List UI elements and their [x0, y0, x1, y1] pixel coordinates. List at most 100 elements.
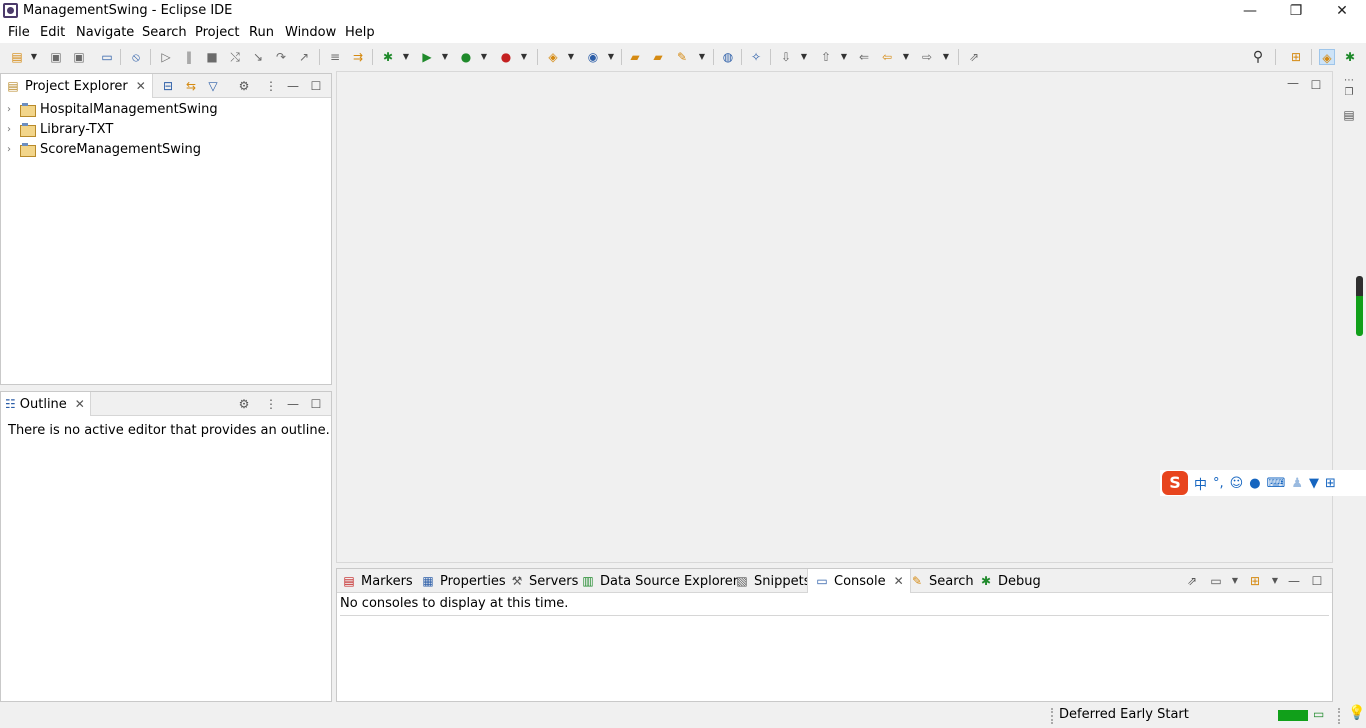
close-icon[interactable]: ✕: [894, 574, 904, 588]
expand-icon[interactable]: ›: [7, 144, 19, 155]
debug-icon[interactable]: ✱: [380, 49, 396, 65]
menu-window[interactable]: Window: [285, 25, 336, 40]
close-icon[interactable]: ✕: [75, 397, 85, 411]
disconnect-icon[interactable]: ⤭: [227, 49, 243, 65]
tab-properties[interactable]: ▦ Properties: [420, 569, 505, 593]
pin-console-icon[interactable]: ⇗: [1184, 573, 1200, 589]
close-icon[interactable]: ✕: [136, 79, 146, 93]
tree-item-project[interactable]: › Library-TXT: [7, 119, 113, 139]
debug-perspective-icon[interactable]: ✱: [1342, 49, 1358, 65]
skip-breakpoints-icon[interactable]: ⦸: [128, 49, 144, 65]
drop-to-frame-icon[interactable]: ≡: [327, 49, 343, 65]
debug-dropdown-icon[interactable]: ▼: [402, 49, 410, 65]
open-type-icon[interactable]: ▰: [627, 49, 643, 65]
ime-emoji-icon[interactable]: ☺: [1230, 476, 1244, 491]
tab-console[interactable]: ▭ Console ✕: [807, 569, 911, 593]
tree-item-project[interactable]: › ScoreManagementSwing: [7, 139, 201, 159]
expand-icon[interactable]: ›: [7, 124, 19, 135]
back-icon[interactable]: ⇦: [879, 49, 895, 65]
menu-run[interactable]: Run: [249, 25, 274, 40]
expand-icon[interactable]: ›: [7, 104, 19, 115]
previous-annotation-icon[interactable]: ⇧: [818, 49, 834, 65]
open-perspective-icon[interactable]: ⊞: [1288, 49, 1304, 65]
suspend-icon[interactable]: ‖: [181, 49, 197, 65]
terminal-icon[interactable]: ▭: [99, 49, 115, 65]
browser-icon[interactable]: ◍: [720, 49, 736, 65]
maximize-icon[interactable]: ☐: [308, 396, 324, 412]
tab-outline[interactable]: ☷ Outline ✕: [1, 392, 91, 416]
task-list-icon[interactable]: ▤: [1341, 107, 1357, 123]
search-tool-icon[interactable]: ✎: [674, 49, 690, 65]
save-icon[interactable]: ▣: [48, 49, 64, 65]
run-dropdown-icon[interactable]: ▼: [441, 49, 449, 65]
java-ee-perspective-icon[interactable]: ◈: [1319, 49, 1335, 65]
new-dropdown-icon[interactable]: ▼: [30, 49, 38, 65]
menu-edit[interactable]: Edit: [40, 25, 65, 40]
collapse-all-icon[interactable]: ⊟: [160, 78, 176, 94]
maximize-icon[interactable]: ☐: [1309, 573, 1325, 589]
step-into-icon[interactable]: ↘: [250, 49, 266, 65]
coverage-dropdown-icon[interactable]: ▼: [480, 49, 488, 65]
close-button[interactable]: ✕: [1319, 0, 1365, 22]
tab-debug[interactable]: ✱ Debug: [978, 569, 1041, 593]
menu-navigate[interactable]: Navigate: [76, 25, 134, 40]
external-tools-icon[interactable]: ●: [498, 49, 514, 65]
ime-toolbox-icon[interactable]: ⊞: [1325, 476, 1336, 491]
next-annotation-icon[interactable]: ⇩: [778, 49, 794, 65]
editor-minimize-icon[interactable]: —: [1285, 75, 1301, 91]
search-tool-dropdown-icon[interactable]: ▼: [698, 49, 706, 65]
next-annotation-dropdown-icon[interactable]: ▼: [800, 49, 808, 65]
new-class-icon[interactable]: ◉: [585, 49, 601, 65]
previous-annotation-dropdown-icon[interactable]: ▼: [840, 49, 848, 65]
forward-icon[interactable]: ⇨: [919, 49, 935, 65]
step-return-icon[interactable]: ↗: [296, 49, 312, 65]
menu-help[interactable]: Help: [345, 25, 375, 40]
filter-icon[interactable]: ▽: [205, 78, 221, 94]
open-console-icon[interactable]: ⊞: [1247, 573, 1263, 589]
ime-voice-icon[interactable]: ●: [1249, 476, 1260, 491]
new-class-dropdown-icon[interactable]: ▼: [607, 49, 615, 65]
minimize-icon[interactable]: —: [285, 396, 301, 412]
minimize-button[interactable]: —: [1227, 0, 1273, 22]
link-with-editor-icon[interactable]: ⇆: [183, 78, 199, 94]
ime-logo-icon[interactable]: S: [1162, 471, 1188, 495]
back-dropdown-icon[interactable]: ▼: [902, 49, 910, 65]
tree-item-project[interactable]: › HospitalManagementSwing: [7, 99, 218, 119]
step-over-icon[interactable]: ↷: [273, 49, 289, 65]
toggle-annotation-icon[interactable]: ✧: [748, 49, 764, 65]
terminate-icon[interactable]: ■: [204, 49, 220, 65]
search-icon[interactable]: ⚲: [1250, 49, 1266, 65]
progress-bar[interactable]: [1278, 710, 1308, 721]
use-step-filters-icon[interactable]: ⇉: [350, 49, 366, 65]
forward-dropdown-icon[interactable]: ▼: [942, 49, 950, 65]
menu-file[interactable]: File: [8, 25, 30, 40]
trim-restore-icon[interactable]: ❐: [1341, 85, 1357, 101]
ime-language-toggle[interactable]: 中: [1194, 474, 1207, 493]
last-edit-icon[interactable]: ⇐: [856, 49, 872, 65]
maximize-icon[interactable]: ☐: [308, 78, 324, 94]
focus-icon[interactable]: ⚙: [236, 78, 252, 94]
minimize-icon[interactable]: —: [1286, 573, 1302, 589]
save-all-icon[interactable]: ▣: [71, 49, 87, 65]
view-menu-icon[interactable]: ⋮: [263, 396, 279, 412]
open-task-icon[interactable]: ▰: [650, 49, 666, 65]
view-menu-icon[interactable]: ⋮: [263, 78, 279, 94]
menu-project[interactable]: Project: [195, 25, 239, 40]
display-console-icon[interactable]: ▭: [1208, 573, 1224, 589]
tab-snippets[interactable]: ▧ Snippets: [734, 569, 810, 593]
editor-maximize-icon[interactable]: ☐: [1308, 77, 1324, 93]
minimize-icon[interactable]: —: [285, 78, 301, 94]
tab-data-source-explorer[interactable]: ▥ Data Source Explorer: [580, 569, 738, 593]
run-icon[interactable]: ▶: [419, 49, 435, 65]
focus-icon[interactable]: ⚙: [236, 396, 252, 412]
new-icon[interactable]: ▤: [9, 49, 25, 65]
tab-project-explorer[interactable]: ▤ Project Explorer ✕: [1, 74, 153, 98]
restore-button[interactable]: ❐: [1273, 0, 1319, 22]
ime-punctuation-toggle[interactable]: °,: [1213, 476, 1224, 491]
new-server-icon[interactable]: ◈: [545, 49, 561, 65]
ime-keyboard-icon[interactable]: ⌨: [1267, 476, 1286, 491]
ime-skin-icon[interactable]: ▼: [1309, 476, 1319, 491]
progress-view-icon[interactable]: ▭: [1313, 707, 1324, 721]
tip-lightbulb-icon[interactable]: 💡: [1348, 705, 1365, 721]
open-console-dropdown-icon[interactable]: ▼: [1267, 573, 1283, 589]
